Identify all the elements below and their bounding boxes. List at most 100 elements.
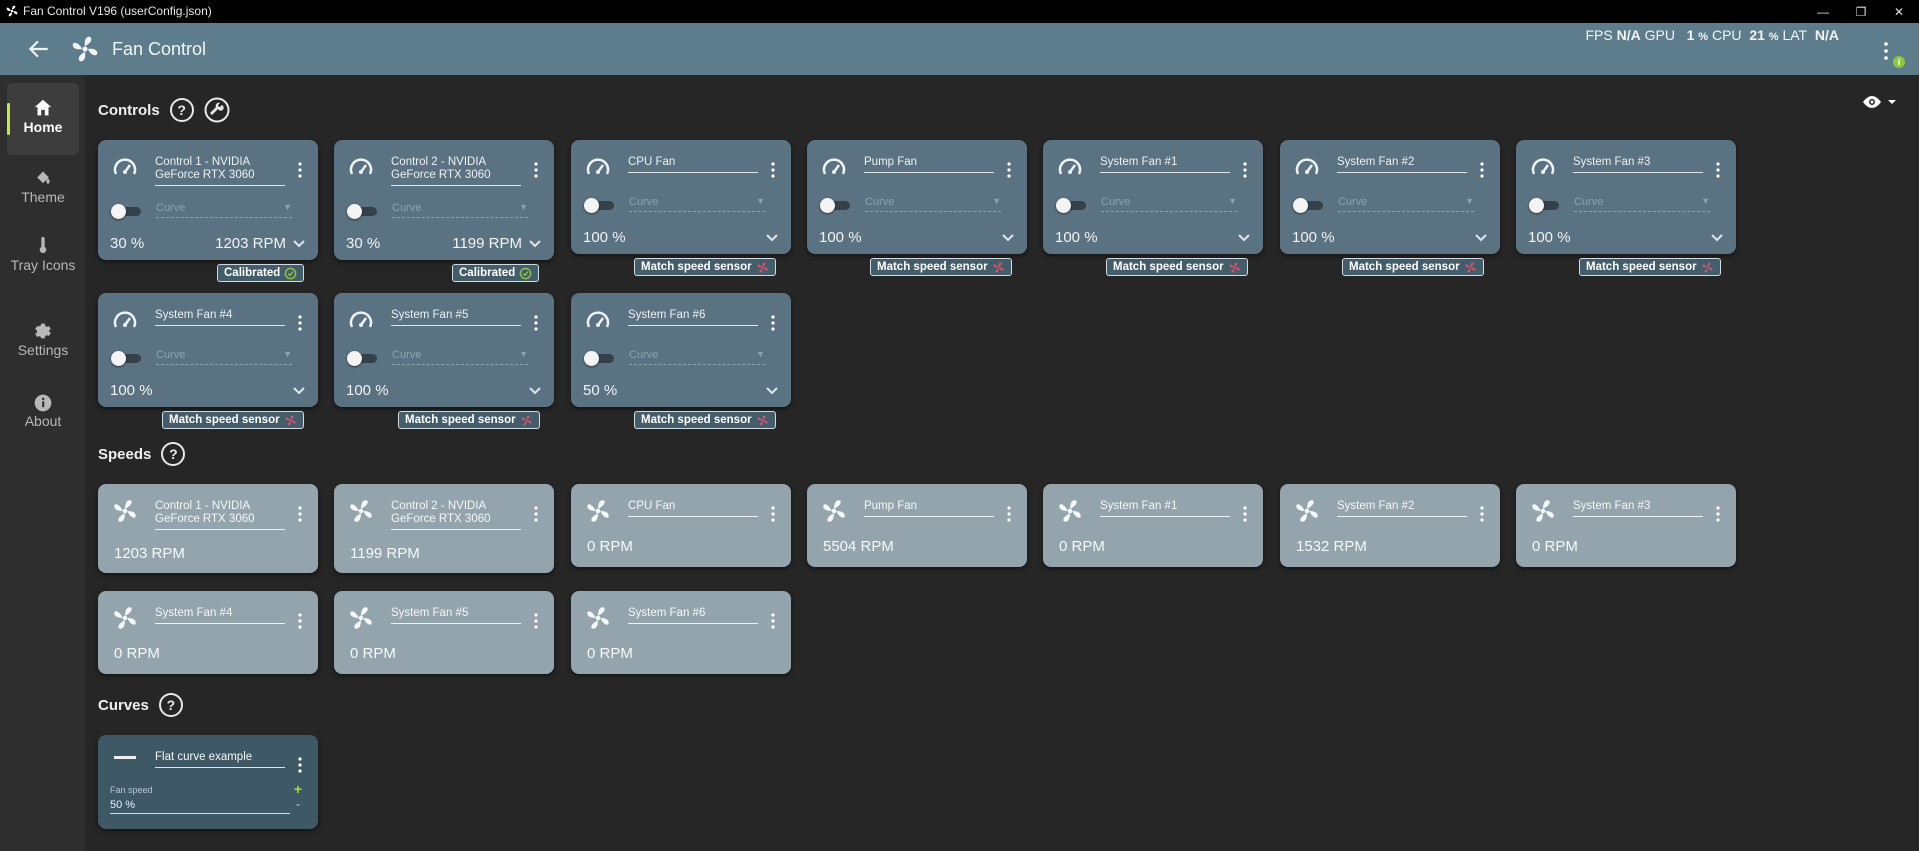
enable-toggle[interactable] bbox=[820, 198, 854, 213]
speed-sensor-name[interactable]: Control 1 - NVIDIA GeForce RTX 3060 bbox=[155, 500, 285, 530]
notification-badge[interactable]: i bbox=[1893, 56, 1905, 68]
more-vert-icon[interactable] bbox=[1480, 162, 1484, 178]
control-name[interactable]: System Fan #4 bbox=[155, 309, 285, 326]
more-vert-icon[interactable] bbox=[534, 315, 538, 331]
chevron-down-icon[interactable] bbox=[1001, 233, 1015, 243]
match-speed-sensor-badge[interactable]: Match speed sensor bbox=[398, 411, 540, 429]
chevron-down-icon[interactable] bbox=[1237, 233, 1251, 243]
chevron-down-icon[interactable] bbox=[292, 239, 306, 249]
control-card[interactable]: Control 1 - NVIDIA GeForce RTX 3060 Curv… bbox=[98, 140, 318, 260]
speed-sensor-name[interactable]: Pump Fan bbox=[864, 500, 994, 517]
help-icon[interactable]: ? bbox=[169, 98, 194, 122]
speed-card[interactable]: Control 2 - NVIDIA GeForce RTX 3060 1199… bbox=[334, 484, 554, 573]
chevron-down-icon[interactable] bbox=[765, 233, 779, 243]
chevron-down-icon[interactable] bbox=[1474, 233, 1488, 243]
control-card[interactable]: Pump Fan Curve ▼ 100 % bbox=[807, 140, 1027, 254]
speed-sensor-name[interactable]: System Fan #4 bbox=[155, 607, 285, 624]
match-speed-sensor-badge[interactable]: Match speed sensor bbox=[634, 258, 776, 276]
enable-toggle[interactable] bbox=[584, 351, 618, 366]
more-vert-icon[interactable] bbox=[771, 506, 775, 522]
chevron-down-icon[interactable] bbox=[528, 239, 542, 249]
speed-card[interactable]: System Fan #1 0 RPM bbox=[1043, 484, 1263, 567]
wrench-icon[interactable] bbox=[204, 97, 230, 123]
sidebar-item-settings[interactable]: Settings bbox=[7, 320, 79, 380]
speed-sensor-name[interactable]: System Fan #1 bbox=[1100, 500, 1230, 517]
more-vert-icon[interactable] bbox=[1480, 506, 1484, 522]
more-vert-icon[interactable] bbox=[534, 506, 538, 522]
visibility-toggle[interactable] bbox=[1861, 95, 1897, 114]
curve-select[interactable]: Curve ▼ bbox=[1574, 196, 1710, 212]
decrement-button[interactable]: - bbox=[296, 797, 300, 811]
more-vert-icon[interactable] bbox=[1243, 162, 1247, 178]
sidebar-item-about[interactable]: About bbox=[7, 393, 79, 453]
more-vert-icon[interactable] bbox=[1007, 162, 1011, 178]
control-card[interactable]: System Fan #2 Curve ▼ 100 % bbox=[1280, 140, 1500, 254]
enable-toggle[interactable] bbox=[584, 198, 618, 213]
match-speed-sensor-badge[interactable]: Match speed sensor bbox=[1579, 258, 1721, 276]
close-button[interactable]: ✕ bbox=[1879, 0, 1919, 23]
control-name[interactable]: Control 1 - NVIDIA GeForce RTX 3060 bbox=[155, 156, 285, 186]
curve-select[interactable]: Curve ▼ bbox=[392, 202, 528, 218]
control-name[interactable]: System Fan #3 bbox=[1573, 156, 1703, 173]
speed-card[interactable]: Control 1 - NVIDIA GeForce RTX 3060 1203… bbox=[98, 484, 318, 573]
speed-card[interactable]: System Fan #2 1532 RPM bbox=[1280, 484, 1500, 567]
increment-button[interactable]: + bbox=[294, 781, 302, 797]
match-speed-sensor-badge[interactable]: Match speed sensor bbox=[870, 258, 1012, 276]
sidebar-item-theme[interactable]: Theme bbox=[7, 169, 79, 229]
control-name[interactable]: Pump Fan bbox=[864, 156, 994, 173]
more-vert-icon[interactable] bbox=[771, 315, 775, 331]
more-vert-icon[interactable] bbox=[1716, 162, 1720, 178]
sidebar-item-home[interactable]: Home bbox=[7, 83, 79, 155]
control-card[interactable]: System Fan #4 Curve ▼ 100 % bbox=[98, 293, 318, 407]
match-speed-sensor-badge[interactable]: Match speed sensor bbox=[162, 411, 304, 429]
curve-select[interactable]: Curve ▼ bbox=[1338, 196, 1474, 212]
more-vert-icon[interactable] bbox=[1007, 506, 1011, 522]
curve-select[interactable]: Curve ▼ bbox=[629, 349, 765, 365]
enable-toggle[interactable] bbox=[1056, 198, 1090, 213]
enable-toggle[interactable] bbox=[347, 351, 381, 366]
speed-sensor-name[interactable]: System Fan #3 bbox=[1573, 500, 1703, 517]
chevron-down-icon[interactable] bbox=[292, 386, 306, 396]
more-vert-icon[interactable] bbox=[298, 162, 302, 178]
control-name[interactable]: Control 2 - NVIDIA GeForce RTX 3060 bbox=[391, 156, 521, 186]
calibrated-badge[interactable]: Calibrated bbox=[217, 264, 305, 282]
more-vert-icon[interactable] bbox=[298, 315, 302, 331]
curve-select[interactable]: Curve ▼ bbox=[156, 349, 292, 365]
sidebar-item-tray-icons[interactable]: Tray Icons bbox=[7, 235, 79, 305]
enable-toggle[interactable] bbox=[347, 204, 381, 219]
control-card[interactable]: CPU Fan Curve ▼ 100 % bbox=[571, 140, 791, 254]
help-icon[interactable]: ? bbox=[161, 442, 186, 466]
enable-toggle[interactable] bbox=[1529, 198, 1563, 213]
control-name[interactable]: System Fan #6 bbox=[628, 309, 758, 326]
control-name[interactable]: System Fan #2 bbox=[1337, 156, 1467, 173]
back-arrow-icon[interactable] bbox=[26, 36, 52, 62]
speed-card[interactable]: System Fan #4 0 RPM bbox=[98, 591, 318, 674]
control-name[interactable]: CPU Fan bbox=[628, 156, 758, 173]
control-card[interactable]: System Fan #6 Curve ▼ 50 % bbox=[571, 293, 791, 407]
more-vert-icon[interactable] bbox=[1243, 506, 1247, 522]
chevron-down-icon[interactable] bbox=[765, 386, 779, 396]
fan-speed-input[interactable]: 50 % bbox=[110, 799, 290, 814]
calibrated-badge[interactable]: Calibrated bbox=[452, 264, 540, 282]
minimize-button[interactable]: — bbox=[1803, 0, 1843, 23]
enable-toggle[interactable] bbox=[1293, 198, 1327, 213]
enable-toggle[interactable] bbox=[111, 351, 145, 366]
match-speed-sensor-badge[interactable]: Match speed sensor bbox=[634, 411, 776, 429]
control-card[interactable]: Control 2 - NVIDIA GeForce RTX 3060 Curv… bbox=[334, 140, 554, 260]
curve-card[interactable]: Flat curve example Fan speed 50 % + - bbox=[98, 735, 318, 829]
more-vert-icon[interactable] bbox=[298, 757, 302, 773]
curve-select[interactable]: Curve ▼ bbox=[629, 196, 765, 212]
control-name[interactable]: System Fan #1 bbox=[1100, 156, 1230, 173]
curve-select[interactable]: Curve ▼ bbox=[392, 349, 528, 365]
chevron-down-icon[interactable] bbox=[528, 386, 542, 396]
speed-card[interactable]: System Fan #5 0 RPM bbox=[334, 591, 554, 674]
control-card[interactable]: System Fan #3 Curve ▼ 100 % bbox=[1516, 140, 1736, 254]
maximize-button[interactable]: ❐ bbox=[1841, 0, 1881, 23]
help-icon[interactable]: ? bbox=[158, 693, 183, 717]
more-vert-icon[interactable] bbox=[1716, 506, 1720, 522]
more-vert-icon[interactable] bbox=[771, 162, 775, 178]
curve-select[interactable]: Curve ▼ bbox=[156, 202, 292, 218]
control-name[interactable]: System Fan #5 bbox=[391, 309, 521, 326]
speed-sensor-name[interactable]: System Fan #5 bbox=[391, 607, 521, 624]
match-speed-sensor-badge[interactable]: Match speed sensor bbox=[1342, 258, 1484, 276]
